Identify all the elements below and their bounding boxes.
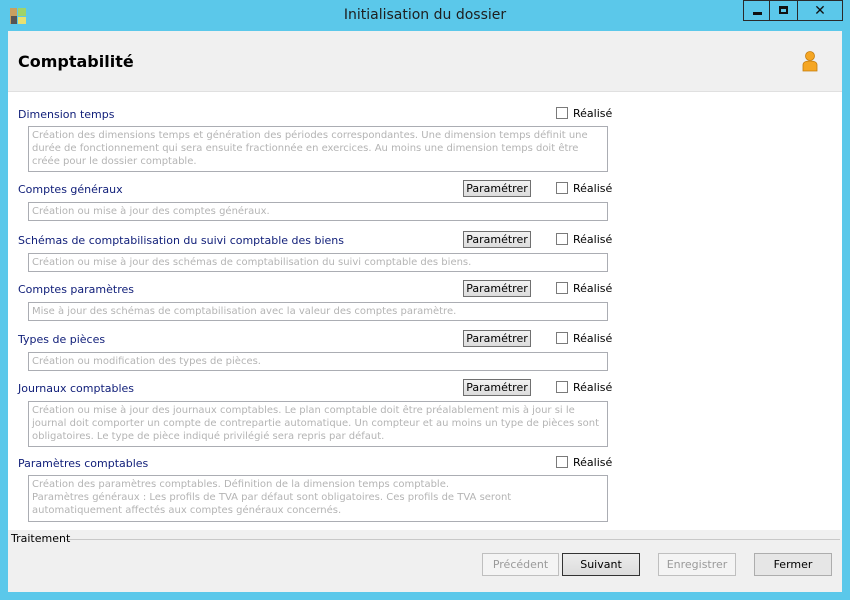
realise-checkbox-journaux-comptables[interactable] — [556, 381, 568, 393]
dialog-window: Initialisation du dossier ✕ Comptabilité… — [0, 0, 850, 600]
traitement-group-label: Traitement — [11, 532, 71, 545]
description-comptes-generaux[interactable]: Création ou mise à jour des comptes géné… — [28, 202, 608, 221]
title-bar[interactable]: Initialisation du dossier ✕ — [0, 0, 850, 30]
section-label-parametres-comptables: Paramètres comptables — [18, 457, 149, 470]
page-header: Comptabilité — [8, 31, 842, 92]
previous-button[interactable]: Précédent — [482, 553, 559, 576]
next-button[interactable]: Suivant — [562, 553, 640, 576]
realise-checkbox-comptes-parametres[interactable] — [556, 282, 568, 294]
realise-checkbox-dimension-temps[interactable] — [556, 107, 568, 119]
group-divider — [66, 539, 840, 540]
section-label-journaux-comptables: Journaux comptables — [18, 382, 135, 395]
realise-label: Réalisé — [573, 282, 613, 295]
person-icon — [802, 51, 818, 72]
realise-label: Réalisé — [573, 381, 613, 394]
section-label-dimension-temps: Dimension temps — [18, 108, 115, 121]
realise-label: Réalisé — [573, 456, 613, 469]
close-icon: ✕ — [814, 3, 826, 19]
description-schemas-comptabilisation[interactable]: Création ou mise à jour des schémas de c… — [28, 253, 608, 272]
parametrer-button-comptes-parametres[interactable]: Paramétrer — [463, 280, 531, 297]
description-comptes-parametres[interactable]: Mise à jour des schémas de comptabilisat… — [28, 302, 608, 321]
realise-checkbox-parametres-comptables[interactable] — [556, 456, 568, 468]
window-title: Initialisation du dossier — [343, 7, 507, 23]
description-types-de-pieces[interactable]: Création ou modification des types de pi… — [28, 352, 608, 371]
description-journaux-comptables[interactable]: Création ou mise à jour des journaux com… — [28, 401, 608, 447]
realise-checkbox-schemas-comptabilisation[interactable] — [556, 233, 568, 245]
parametrer-button-schemas-comptabilisation[interactable]: Paramétrer — [463, 231, 531, 248]
save-button[interactable]: Enregistrer — [658, 553, 736, 576]
close-button[interactable]: Fermer — [754, 553, 832, 576]
section-label-schemas-comptabilisation: Schémas de comptabilisation du suivi com… — [18, 234, 345, 247]
close-window-button[interactable]: ✕ — [797, 0, 843, 21]
minimize-icon — [753, 12, 762, 15]
realise-label: Réalisé — [573, 107, 613, 120]
description-dimension-temps[interactable]: Création des dimensions temps et générat… — [28, 126, 608, 172]
dialog-content: Comptabilité Dimension temps Réalisé Cré… — [8, 31, 842, 592]
description-parametres-comptables[interactable]: Création des paramètres comptables. Défi… — [28, 475, 608, 522]
realise-label: Réalisé — [573, 233, 613, 246]
maximize-button[interactable] — [769, 0, 798, 21]
realise-checkbox-comptes-generaux[interactable] — [556, 182, 568, 194]
minimize-button[interactable] — [743, 0, 770, 21]
maximize-icon — [779, 6, 788, 14]
section-label-comptes-generaux: Comptes généraux — [18, 183, 123, 196]
section-label-comptes-parametres: Comptes paramètres — [18, 283, 134, 296]
realise-label: Réalisé — [573, 332, 613, 345]
section-label-types-de-pieces: Types de pièces — [18, 333, 106, 346]
parametrer-button-comptes-generaux[interactable]: Paramétrer — [463, 180, 531, 197]
realise-label: Réalisé — [573, 182, 613, 195]
parametrer-button-types-de-pieces[interactable]: Paramétrer — [463, 330, 531, 347]
page-title: Comptabilité — [18, 52, 134, 71]
parametrer-button-journaux-comptables[interactable]: Paramétrer — [463, 379, 531, 396]
realise-checkbox-types-de-pieces[interactable] — [556, 332, 568, 344]
